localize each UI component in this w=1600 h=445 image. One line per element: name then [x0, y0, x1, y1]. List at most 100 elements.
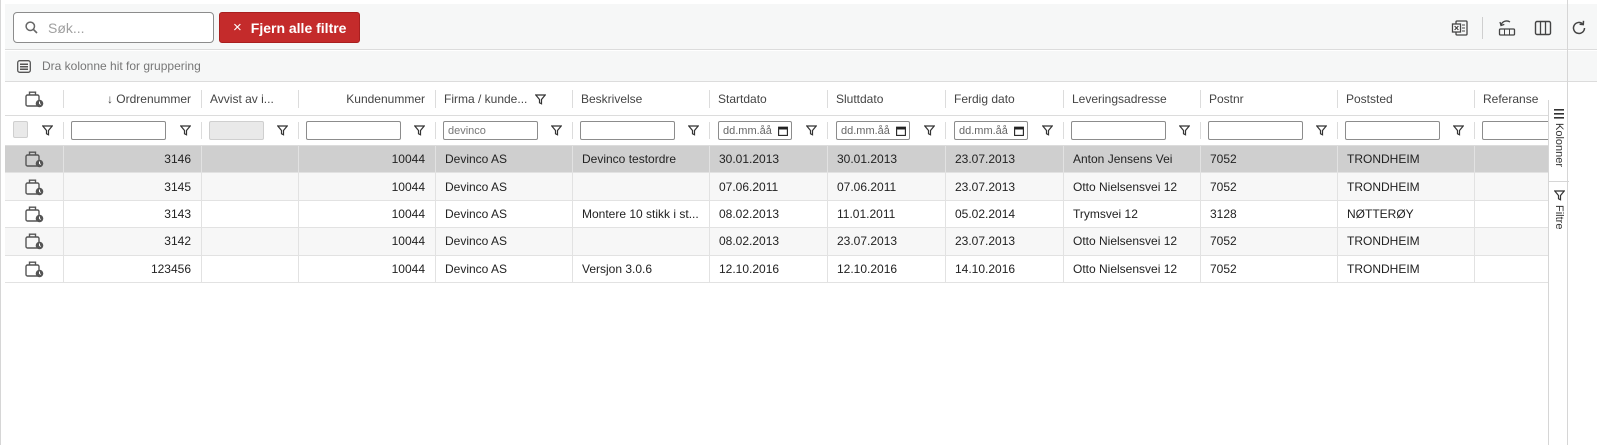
filter-icon[interactable] — [1179, 125, 1190, 136]
filter-input-postnr[interactable] — [1208, 121, 1303, 140]
cell-referanse — [1474, 173, 1548, 200]
order-bag-icon — [24, 233, 43, 250]
cell-poststed: NØTTERØY — [1337, 200, 1474, 228]
header-sluttdato[interactable]: Sluttdato — [827, 83, 945, 115]
filter-input-referanse[interactable] — [1482, 121, 1548, 140]
table-row[interactable]: 123456 10044 Devinco AS Versjon 3.0.6 12.10.… — [5, 255, 1548, 283]
columns-icon[interactable] — [1531, 16, 1555, 40]
date-placeholder: dd.mm.åå — [959, 124, 1008, 137]
header-poststed[interactable]: Poststed — [1337, 83, 1474, 115]
columns-panel-tab[interactable]: Kolonner — [1549, 104, 1569, 182]
cell-kundenummer: 10044 — [298, 228, 435, 255]
cell-ferdig: 23.07.2013 — [945, 146, 1063, 173]
header-avvist-label: Avvist av i... — [210, 92, 274, 106]
header-ferdig-dato[interactable]: Ferdig dato — [945, 83, 1063, 115]
cell-startdato: 08.02.2013 — [709, 228, 827, 255]
select-all-checkbox[interactable] — [13, 121, 28, 138]
toolbar: × Fjern alle filtre — [5, 4, 1597, 50]
header-startdato[interactable]: Startdato — [709, 83, 827, 115]
filter-input-firma[interactable]: devinco — [443, 121, 538, 140]
filter-date-sluttdato[interactable]: dd.mm.åå — [836, 121, 910, 140]
filter-icon[interactable] — [1453, 125, 1464, 136]
calendar-icon[interactable] — [896, 126, 906, 136]
cell-ordrenummer: 3143 — [63, 200, 201, 228]
filter-cell-firma: devinco — [435, 116, 572, 145]
grouping-drop-zone[interactable]: Dra kolonne hit for gruppering — [5, 51, 1597, 82]
order-bag-icon — [24, 261, 43, 278]
table-row[interactable]: 3146 10044 Devinco AS Devinco testordre 30.0… — [5, 146, 1548, 174]
cell-sluttdato: 23.07.2013 — [827, 228, 945, 255]
filter-icon[interactable] — [42, 125, 53, 136]
filter-icon[interactable] — [806, 125, 817, 136]
clear-all-filters-button[interactable]: × Fjern alle filtre — [219, 12, 360, 43]
cell-postnr: 7052 — [1200, 146, 1337, 173]
header-postnr[interactable]: Postnr — [1200, 83, 1337, 115]
header-postnr-label: Postnr — [1209, 92, 1244, 106]
filter-icon[interactable] — [1042, 125, 1053, 136]
filter-icon[interactable] — [414, 125, 425, 136]
header-beskrivelse[interactable]: Beskrivelse — [572, 83, 709, 115]
header-kundenummer[interactable]: Kundenummer — [298, 83, 435, 115]
cell-beskrivelse — [572, 173, 709, 200]
filter-icon — [535, 93, 547, 105]
search-box[interactable] — [13, 12, 214, 43]
cell-sluttdato: 11.01.2011 — [827, 200, 945, 228]
filter-icon[interactable] — [688, 125, 699, 136]
filter-date-startdato[interactable]: dd.mm.åå — [718, 121, 792, 140]
row-icon-cell[interactable] — [5, 146, 63, 172]
filter-date-ferdig-dato[interactable]: dd.mm.åå — [954, 121, 1028, 140]
filter-cell-ferdig-dato: dd.mm.åå — [945, 116, 1063, 145]
filter-icon[interactable] — [277, 125, 288, 136]
cell-postnr: 3128 — [1200, 200, 1337, 228]
row-icon-cell[interactable] — [5, 228, 63, 254]
cell-postnr: 7052 — [1200, 255, 1337, 282]
calendar-icon[interactable] — [1014, 126, 1024, 136]
filter-cell-kundenummer — [298, 116, 435, 145]
header-avvist[interactable]: Avvist av i... — [201, 83, 298, 115]
filter-cell-leveringsadresse — [1063, 116, 1200, 145]
right-border — [1567, 0, 1568, 445]
cell-startdato: 12.10.2016 — [709, 255, 827, 282]
filter-input-leveringsadresse[interactable] — [1071, 121, 1166, 140]
header-referanse[interactable]: Referanse — [1474, 83, 1548, 115]
filter-icon[interactable] — [924, 125, 935, 136]
filter-input-poststed[interactable] — [1345, 121, 1440, 140]
cell-beskrivelse — [572, 228, 709, 255]
side-panel: Kolonner Filtre — [1548, 100, 1569, 445]
cell-kundenummer: 10044 — [298, 255, 435, 282]
filter-icon[interactable] — [1316, 125, 1327, 136]
filter-icon[interactable] — [551, 125, 562, 136]
reset-layout-icon[interactable] — [1495, 16, 1519, 40]
header-firma[interactable]: Firma / kunde... — [435, 83, 572, 115]
table-row[interactable]: 3143 10044 Devinco AS Montere 10 stikk i st… — [5, 200, 1548, 229]
filter-icon[interactable] — [180, 125, 191, 136]
header-poststed-label: Poststed — [1346, 92, 1393, 106]
row-icon-cell[interactable] — [5, 173, 63, 199]
filter-input-beskrivelse[interactable] — [580, 121, 675, 140]
row-icon-cell[interactable] — [5, 201, 63, 227]
table-row[interactable]: 3145 10044 Devinco AS 07.06.2011 07.06.2011 2… — [5, 173, 1548, 201]
header-leveringsadresse[interactable]: Leveringsadresse — [1063, 83, 1200, 115]
cell-poststed: TRONDHEIM — [1337, 255, 1474, 282]
cell-postnr: 7052 — [1200, 228, 1337, 255]
table-row[interactable]: 3142 10044 Devinco AS 08.02.2013 23.07.2013 2… — [5, 228, 1548, 256]
filter-cell-startdato: dd.mm.åå — [709, 116, 827, 145]
header-ordrenummer[interactable]: ↓ Ordrenummer — [63, 83, 201, 115]
excel-export-icon[interactable] — [1448, 16, 1472, 40]
calendar-icon[interactable] — [778, 126, 788, 136]
header-icon-cell[interactable] — [5, 83, 63, 115]
row-icon-cell[interactable] — [5, 256, 63, 282]
cell-avvist — [201, 255, 298, 282]
filters-panel-tab[interactable]: Filtre — [1549, 190, 1569, 250]
order-bag-icon — [24, 179, 43, 195]
grid-header: ↓ Ordrenummer Avvist av i... Kundenummer… — [5, 83, 1548, 116]
search-input[interactable] — [48, 19, 198, 36]
refresh-icon[interactable] — [1567, 16, 1591, 40]
filter-input-kundenummer[interactable] — [306, 121, 401, 140]
filter-input-ordrenummer[interactable] — [71, 121, 166, 140]
cell-firma: Devinco AS — [435, 255, 572, 282]
filters-panel-label: Filtre — [1553, 205, 1565, 230]
filter-row: devinco dd.mm.åå dd.mm.åå dd.mm.åå — [5, 116, 1548, 146]
cell-adresse: Otto Nielsensvei 12 — [1063, 173, 1200, 200]
header-beskrivelse-label: Beskrivelse — [581, 92, 643, 106]
